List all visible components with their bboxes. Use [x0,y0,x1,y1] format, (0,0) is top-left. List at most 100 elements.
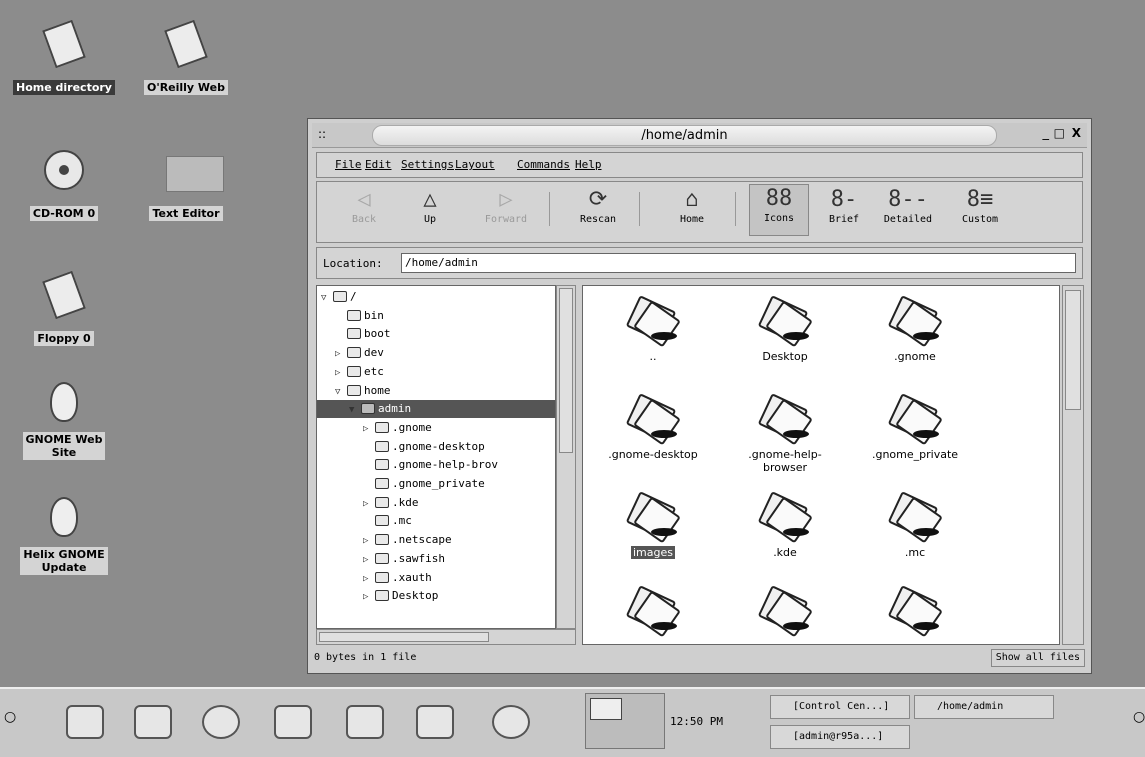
file-icon[interactable]: .gnome-desktop [593,392,713,461]
file-icon[interactable] [593,584,713,644]
file-icon[interactable] [725,584,845,644]
tree-node[interactable]: ▽ home [317,382,555,400]
tree-node-label: / [350,290,357,303]
oreilly-web-desktop-icon[interactable]: O'Reilly Web [130,14,242,95]
cdrom-desktop-icon[interactable]: CD-ROM 0 [8,140,120,221]
tree-node[interactable]: ▷ Desktop [317,587,555,605]
tree-node[interactable]: .gnome-desktop [317,438,555,456]
floppy-desktop-icon[interactable]: Floppy 0 [8,265,120,346]
title-bar[interactable]: :: /home/admin _ □ X [312,123,1087,148]
menu-file[interactable]: File [335,158,362,171]
close-icon[interactable]: X [1072,126,1081,140]
file-icon[interactable] [855,584,975,644]
file-icon[interactable]: .gnome [855,294,975,363]
scroll-thumb[interactable] [559,288,573,453]
maximize-icon[interactable]: □ [1054,126,1065,140]
file-icon[interactable]: .mc [855,490,975,559]
foot-shape [50,382,78,422]
scroll-thumb[interactable] [1065,290,1081,410]
tree-node[interactable]: ▷ .xauth [317,569,555,587]
tree-horizontal-scrollbar[interactable] [316,629,576,645]
tree-expander-icon[interactable]: ▷ [363,570,375,588]
location-input[interactable]: /home/admin [401,253,1076,273]
menu-layout[interactable]: Layout [455,158,495,171]
tree-node[interactable]: ▷ .netscape [317,531,555,549]
tree-expander-icon[interactable]: ▼ [349,401,361,419]
tree-expander-icon[interactable]: ▽ [335,383,347,401]
tree-node[interactable]: .mc [317,512,555,530]
tree-vertical-scrollbar[interactable] [556,285,576,629]
house-icon[interactable] [410,699,460,745]
label-line: Helix GNOME [23,548,105,561]
panel-hide-right-button[interactable]: ○ [1133,709,1145,733]
terminal-shell-icon[interactable] [268,699,318,745]
tree-node[interactable]: ▽ / [317,288,555,306]
tree-node[interactable]: ▷ .gnome [317,419,555,437]
brief-button[interactable]: 8- Brief [815,186,873,225]
scroll-thumb[interactable] [319,632,489,642]
panel-clock[interactable]: 12:50 PM [670,715,723,728]
tree-expander-icon[interactable]: ▷ [363,532,375,550]
folder-shadow [913,528,939,536]
helix-gnome-update-desktop-icon[interactable]: Helix GNOME Update [8,485,120,575]
help-icon[interactable] [196,699,246,745]
taskbar-button[interactable]: [Control Cen...] [770,695,910,719]
tree-node-label: .gnome [392,420,432,434]
tree-expander-icon[interactable]: ▷ [335,364,347,382]
tree-expander-icon[interactable]: ▷ [363,551,375,569]
taskbar-button[interactable]: [admin@r95a...] [770,725,910,749]
file-icon[interactable]: .gnome_private [855,392,975,461]
monitor-icon[interactable] [128,699,178,745]
minimize-icon[interactable]: _ [1043,126,1050,141]
detailed-button[interactable]: 8-- Detailed [879,186,937,225]
icons-view-icon: 88 [765,186,793,211]
panel-hide-left-button[interactable]: ○ [4,709,18,733]
menu-settings[interactable]: Settings [401,158,454,171]
custom-button[interactable]: 8≡ Custom [951,186,1009,225]
text-editor-desktop-icon[interactable]: Text Editor [130,140,242,221]
tree-node[interactable]: ▷ .sawfish [317,550,555,568]
tree-node[interactable]: ▼ admin [317,400,555,419]
menu-help[interactable]: Help [575,158,602,171]
globe-icon[interactable] [486,699,536,745]
icons-button[interactable]: 88 Icons [749,184,809,236]
taskbar-button[interactable]: /home/admin [914,695,1054,719]
menu-edit[interactable]: Edit [365,158,392,171]
icons-vertical-scrollbar[interactable] [1062,285,1084,645]
tree-expander-icon[interactable]: ▷ [363,420,375,438]
tree-node[interactable]: ▷ .kde [317,494,555,512]
home-button[interactable]: ⌂ Home [663,186,721,225]
file-icon-view: .. Desktop .gnome .gnome-desktop .gnome-help… [582,285,1060,645]
menu-commands[interactable]: Commands [517,158,570,171]
pager-window [590,698,622,720]
up-button[interactable]: △ Up [401,186,459,225]
pager[interactable] [585,693,665,749]
tree-node[interactable]: bin [317,307,555,325]
back-button[interactable]: ◁ Back [335,186,393,225]
tree-expander-icon[interactable]: ▷ [335,345,347,363]
folder-icon [757,490,813,544]
tree-expander-icon[interactable]: ▷ [363,588,375,606]
home-directory-desktop-icon[interactable]: Home directory [8,14,120,95]
tree-expander-icon[interactable]: ▽ [321,289,333,307]
file-icon[interactable]: .gnome-help-browser [725,392,845,474]
shape [42,270,86,320]
tree-node[interactable]: boot [317,325,555,343]
gnome-web-site-desktop-icon[interactable]: GNOME Web Site [8,370,120,460]
tree-node[interactable]: .gnome_private [317,475,555,493]
window-menu-icon[interactable]: :: [318,127,326,141]
file-icon[interactable]: .. [593,294,713,363]
file-icon[interactable]: images [593,490,713,559]
show-all-files-button[interactable]: Show all files [990,649,1085,667]
gnome-foot-icon[interactable] [60,699,110,745]
tree-node[interactable]: .gnome-help-brov [317,456,555,474]
forward-button[interactable]: ▷ Forward [477,186,535,225]
file-icon[interactable]: .kde [725,490,845,559]
rescan-button[interactable]: ⟳ Rescan [569,186,627,225]
tree-expander-icon[interactable]: ▷ [363,495,375,513]
tree-node[interactable]: ▷ dev [317,344,555,362]
folder-icon [887,392,943,446]
text-editor-icon[interactable] [340,699,390,745]
file-icon[interactable]: Desktop [725,294,845,363]
tree-node[interactable]: ▷ etc [317,363,555,381]
